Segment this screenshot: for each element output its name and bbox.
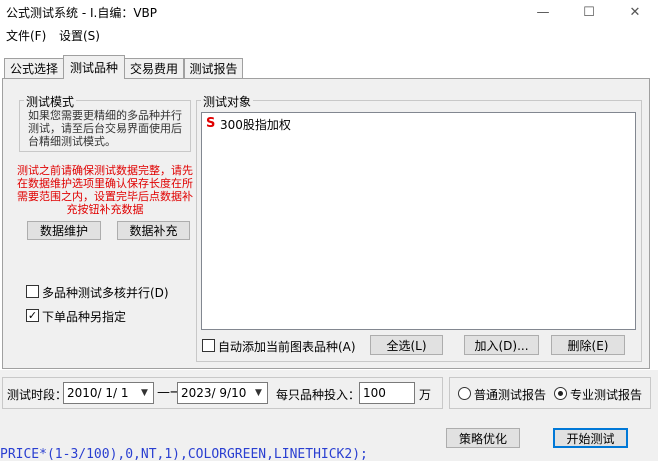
order-specify-checkbox[interactable]: ✓	[26, 309, 39, 322]
background-code-line: PRICE*(1-3/100),0,NT,1),COLORGREEN,LINET…	[0, 448, 368, 461]
auto-add-checkbox[interactable]	[202, 339, 215, 352]
order-specify-label: 下单品种另指定	[42, 310, 127, 324]
tab-test-instruments[interactable]: 测试品种	[63, 55, 125, 79]
test-targets-list[interactable]: S 300股指加权	[201, 112, 636, 330]
invest-unit: 万	[419, 388, 432, 402]
tab-test-report[interactable]: 测试报告	[184, 58, 243, 78]
instrument-marker: S	[206, 116, 216, 131]
data-supplement-button[interactable]: 数据补充	[117, 221, 190, 240]
data-maintain-button[interactable]: 数据维护	[27, 221, 101, 240]
start-date-picker[interactable]: 2010/ 1/ 1 ▼	[63, 382, 154, 404]
window-title: 公式测试系统 - I.自编：VBP	[6, 6, 157, 20]
tab-formula-select[interactable]: 公式选择	[4, 58, 64, 78]
normal-report-label: 普通测试报告	[474, 388, 547, 402]
menu-file[interactable]: 文件(F)	[6, 27, 46, 44]
end-date-picker[interactable]: 2023/ 9/10 ▼	[177, 382, 268, 404]
add-button[interactable]: 加入(D)...	[464, 335, 539, 355]
strategy-optimize-button[interactable]: 策略优化	[446, 428, 520, 448]
maximize-button[interactable]: ☐	[566, 0, 612, 24]
test-targets-label: 测试对象	[201, 93, 254, 110]
normal-report-radio[interactable]	[458, 387, 471, 400]
start-test-button[interactable]: 开始测试	[553, 428, 628, 448]
multicore-label: 多品种测试多核并行(D)	[42, 286, 169, 300]
period-label: 测试时段：	[7, 388, 68, 402]
tab-trading-fees[interactable]: 交易费用	[124, 58, 184, 78]
test-mode-label: 测试模式	[24, 93, 77, 110]
chevron-down-icon[interactable]: ▼	[250, 383, 267, 403]
delete-button[interactable]: 删除(E)	[551, 335, 625, 355]
invest-input[interactable]: 100	[359, 382, 415, 404]
invest-value: 100	[363, 386, 386, 400]
list-item[interactable]: 300股指加权	[220, 116, 291, 133]
close-button[interactable]: ✕	[612, 0, 658, 24]
start-date-value: 2010/ 1/ 1	[67, 386, 129, 400]
chevron-down-icon[interactable]: ▼	[136, 383, 153, 403]
menu-settings[interactable]: 设置(S)	[59, 27, 100, 44]
multicore-checkbox[interactable]	[26, 285, 39, 298]
minimize-button[interactable]: —	[520, 0, 566, 24]
professional-report-radio[interactable]	[554, 387, 567, 400]
auto-add-label: 自动添加当前图表品种(A)	[218, 340, 356, 354]
data-warning-text: 测试之前请确保测试数据完整，请先在数据维护选项里确认保存长度在所需要范围之内，设…	[17, 164, 193, 216]
select-all-button[interactable]: 全选(L)	[370, 335, 443, 355]
invest-label: 每只品种投入：	[276, 388, 361, 402]
test-mode-description: 如果您需要更精细的多品种并行测试，请至后台交易界面使用后台精细测试模式。	[28, 109, 182, 148]
end-date-value: 2023/ 9/10	[181, 386, 247, 400]
professional-report-label: 专业测试报告	[570, 388, 643, 402]
